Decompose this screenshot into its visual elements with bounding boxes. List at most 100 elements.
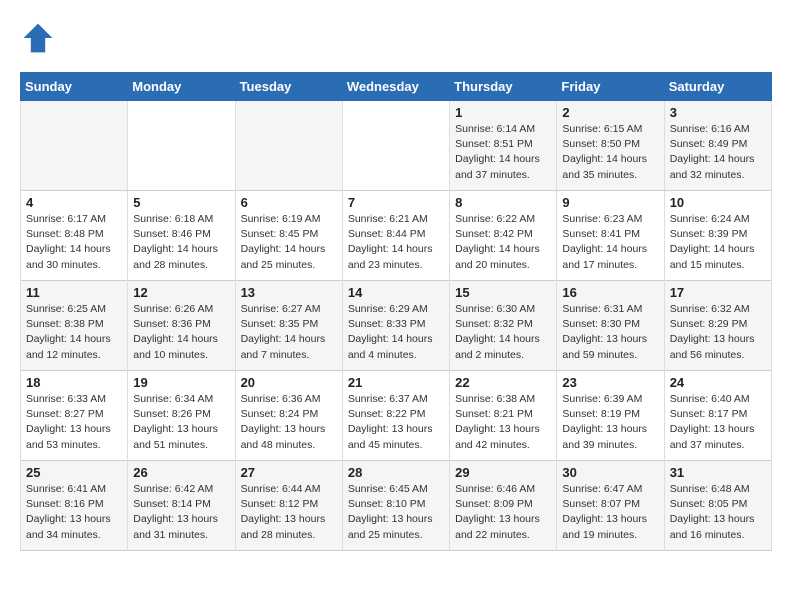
calendar-table: SundayMondayTuesdayWednesdayThursdayFrid… [20, 72, 772, 551]
day-number: 21 [348, 375, 444, 390]
cell-content: Sunrise: 6:21 AM Sunset: 8:44 PM Dayligh… [348, 212, 444, 273]
calendar-cell [235, 101, 342, 191]
day-number: 17 [670, 285, 766, 300]
day-header-tuesday: Tuesday [235, 73, 342, 101]
days-header-row: SundayMondayTuesdayWednesdayThursdayFrid… [21, 73, 772, 101]
logo [20, 20, 60, 56]
cell-content: Sunrise: 6:29 AM Sunset: 8:33 PM Dayligh… [348, 302, 444, 363]
day-header-wednesday: Wednesday [342, 73, 449, 101]
calendar-cell: 2Sunrise: 6:15 AM Sunset: 8:50 PM Daylig… [557, 101, 664, 191]
cell-content: Sunrise: 6:14 AM Sunset: 8:51 PM Dayligh… [455, 122, 551, 183]
day-number: 12 [133, 285, 229, 300]
day-header-sunday: Sunday [21, 73, 128, 101]
week-row-2: 4 Sunrise: 6:17 AM Sunset: 8:48 PM Daylig… [21, 191, 772, 281]
day-number: 9 [562, 195, 658, 210]
day-number: 18 [26, 375, 122, 390]
day-number: 4 [26, 195, 122, 210]
calendar-cell: 7Sunrise: 6:21 AM Sunset: 8:44 PM Daylig… [342, 191, 449, 281]
day-number: 28 [348, 465, 444, 480]
cell-content: Sunrise: 6:47 AM Sunset: 8:07 PM Dayligh… [562, 482, 658, 543]
cell-content: Sunrise: 6:40 AM Sunset: 8:17 PM Dayligh… [670, 392, 766, 453]
cell-content: Sunrise: 6:26 AM Sunset: 8:36 PM Dayligh… [133, 302, 229, 363]
day-number: 25 [26, 465, 122, 480]
calendar-cell: 29 Sunrise: 6:46 AM Sunset: 8:09 PM Dayli… [450, 461, 557, 551]
cell-content: Sunrise: 6:27 AM Sunset: 8:35 PM Dayligh… [241, 302, 337, 363]
cell-content: Sunrise: 6:36 AM Sunset: 8:24 PM Dayligh… [241, 392, 337, 453]
cell-content: Sunrise: 6:37 AM Sunset: 8:22 PM Dayligh… [348, 392, 444, 453]
day-number: 14 [348, 285, 444, 300]
calendar-cell: 1 Sunrise: 6:14 AM Sunset: 8:51 PM Daylig… [450, 101, 557, 191]
day-number: 30 [562, 465, 658, 480]
calendar-cell: 13 Sunrise: 6:27 AM Sunset: 8:35 PM Dayli… [235, 281, 342, 371]
calendar-cell [342, 101, 449, 191]
calendar-cell: 23Sunrise: 6:39 AM Sunset: 8:19 PM Dayli… [557, 371, 664, 461]
day-number: 5 [133, 195, 229, 210]
cell-content: Sunrise: 6:30 AM Sunset: 8:32 PM Dayligh… [455, 302, 551, 363]
cell-content: Sunrise: 6:23 AM Sunset: 8:41 PM Dayligh… [562, 212, 658, 273]
day-number: 19 [133, 375, 229, 390]
day-header-friday: Friday [557, 73, 664, 101]
cell-content: Sunrise: 6:44 AM Sunset: 8:12 PM Dayligh… [241, 482, 337, 543]
cell-content: Sunrise: 6:18 AM Sunset: 8:46 PM Dayligh… [133, 212, 229, 273]
calendar-cell: 14 Sunrise: 6:29 AM Sunset: 8:33 PM Dayli… [342, 281, 449, 371]
day-number: 27 [241, 465, 337, 480]
week-row-4: 18 Sunrise: 6:33 AM Sunset: 8:27 PM Dayli… [21, 371, 772, 461]
cell-content: Sunrise: 6:42 AM Sunset: 8:14 PM Dayligh… [133, 482, 229, 543]
page-header [20, 20, 772, 56]
calendar-cell: 9 Sunrise: 6:23 AM Sunset: 8:41 PM Daylig… [557, 191, 664, 281]
calendar-cell [21, 101, 128, 191]
calendar-body: 1 Sunrise: 6:14 AM Sunset: 8:51 PM Daylig… [21, 101, 772, 551]
calendar-cell: 22Sunrise: 6:38 AM Sunset: 8:21 PM Dayli… [450, 371, 557, 461]
day-header-thursday: Thursday [450, 73, 557, 101]
calendar-cell: 18 Sunrise: 6:33 AM Sunset: 8:27 PM Dayli… [21, 371, 128, 461]
cell-content: Sunrise: 6:19 AM Sunset: 8:45 PM Dayligh… [241, 212, 337, 273]
calendar-cell: 12 Sunrise: 6:26 AM Sunset: 8:36 PM Dayli… [128, 281, 235, 371]
week-row-5: 25 Sunrise: 6:41 AM Sunset: 8:16 PM Dayli… [21, 461, 772, 551]
day-number: 16 [562, 285, 658, 300]
day-number: 11 [26, 285, 122, 300]
day-number: 1 [455, 105, 551, 120]
calendar-cell: 10Sunrise: 6:24 AM Sunset: 8:39 PM Dayli… [664, 191, 771, 281]
cell-content: Sunrise: 6:32 AM Sunset: 8:29 PM Dayligh… [670, 302, 766, 363]
cell-content: Sunrise: 6:41 AM Sunset: 8:16 PM Dayligh… [26, 482, 122, 543]
day-number: 13 [241, 285, 337, 300]
day-number: 8 [455, 195, 551, 210]
calendar-cell: 6 Sunrise: 6:19 AM Sunset: 8:45 PM Daylig… [235, 191, 342, 281]
day-header-saturday: Saturday [664, 73, 771, 101]
cell-content: Sunrise: 6:33 AM Sunset: 8:27 PM Dayligh… [26, 392, 122, 453]
calendar-cell: 15 Sunrise: 6:30 AM Sunset: 8:32 PM Dayli… [450, 281, 557, 371]
day-number: 6 [241, 195, 337, 210]
day-number: 15 [455, 285, 551, 300]
cell-content: Sunrise: 6:46 AM Sunset: 8:09 PM Dayligh… [455, 482, 551, 543]
day-number: 31 [670, 465, 766, 480]
week-row-1: 1 Sunrise: 6:14 AM Sunset: 8:51 PM Daylig… [21, 101, 772, 191]
day-number: 10 [670, 195, 766, 210]
day-number: 29 [455, 465, 551, 480]
cell-content: Sunrise: 6:34 AM Sunset: 8:26 PM Dayligh… [133, 392, 229, 453]
cell-content: Sunrise: 6:38 AM Sunset: 8:21 PM Dayligh… [455, 392, 551, 453]
cell-content: Sunrise: 6:16 AM Sunset: 8:49 PM Dayligh… [670, 122, 766, 183]
calendar-cell: 3 Sunrise: 6:16 AM Sunset: 8:49 PM Daylig… [664, 101, 771, 191]
day-number: 24 [670, 375, 766, 390]
calendar-cell: 19 Sunrise: 6:34 AM Sunset: 8:26 PM Dayli… [128, 371, 235, 461]
calendar-header: SundayMondayTuesdayWednesdayThursdayFrid… [21, 73, 772, 101]
calendar-cell: 21 Sunrise: 6:37 AM Sunset: 8:22 PM Dayli… [342, 371, 449, 461]
calendar-cell: 30 Sunrise: 6:47 AM Sunset: 8:07 PM Dayli… [557, 461, 664, 551]
day-number: 3 [670, 105, 766, 120]
calendar-cell: 20Sunrise: 6:36 AM Sunset: 8:24 PM Dayli… [235, 371, 342, 461]
cell-content: Sunrise: 6:17 AM Sunset: 8:48 PM Dayligh… [26, 212, 122, 273]
calendar-cell [128, 101, 235, 191]
logo-icon [20, 20, 56, 56]
calendar-cell: 16Sunrise: 6:31 AM Sunset: 8:30 PM Dayli… [557, 281, 664, 371]
day-number: 23 [562, 375, 658, 390]
day-number: 2 [562, 105, 658, 120]
calendar-cell: 8 Sunrise: 6:22 AM Sunset: 8:42 PM Daylig… [450, 191, 557, 281]
calendar-cell: 24 Sunrise: 6:40 AM Sunset: 8:17 PM Dayli… [664, 371, 771, 461]
calendar-cell: 31Sunrise: 6:48 AM Sunset: 8:05 PM Dayli… [664, 461, 771, 551]
week-row-3: 11Sunrise: 6:25 AM Sunset: 8:38 PM Dayli… [21, 281, 772, 371]
cell-content: Sunrise: 6:22 AM Sunset: 8:42 PM Dayligh… [455, 212, 551, 273]
calendar-cell: 17 Sunrise: 6:32 AM Sunset: 8:29 PM Dayli… [664, 281, 771, 371]
calendar-cell: 28Sunrise: 6:45 AM Sunset: 8:10 PM Dayli… [342, 461, 449, 551]
calendar-cell: 5 Sunrise: 6:18 AM Sunset: 8:46 PM Daylig… [128, 191, 235, 281]
calendar-cell: 27 Sunrise: 6:44 AM Sunset: 8:12 PM Dayli… [235, 461, 342, 551]
